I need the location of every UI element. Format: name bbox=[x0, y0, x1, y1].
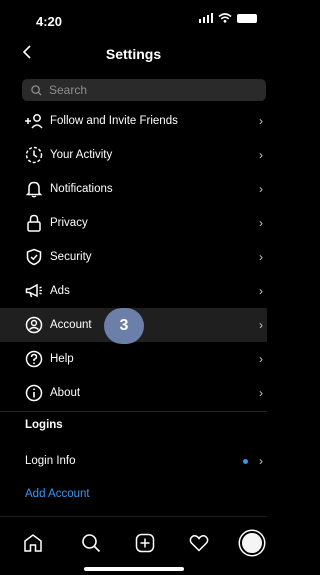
tab-profile[interactable] bbox=[236, 527, 267, 559]
tab-home[interactable] bbox=[17, 527, 49, 559]
menu-item-ads[interactable]: Ads › bbox=[0, 274, 267, 308]
search-input[interactable] bbox=[47, 82, 251, 98]
header: Settings bbox=[0, 36, 267, 72]
menu-item-your-activity[interactable]: Your Activity › bbox=[0, 138, 267, 172]
status-bar: 4:20 bbox=[0, 0, 267, 36]
settings-screen: 4:20 Settings Search Follow and Invite F… bbox=[0, 0, 267, 575]
help-icon bbox=[24, 349, 44, 369]
chevron-right-icon: › bbox=[259, 148, 263, 162]
status-indicators bbox=[198, 13, 257, 23]
menu-item-label: Your Activity bbox=[50, 149, 113, 161]
chevron-right-icon: › bbox=[259, 216, 263, 230]
activity-icon bbox=[24, 145, 44, 165]
home-indicator bbox=[84, 567, 184, 571]
search-icon bbox=[82, 534, 101, 553]
bell-icon bbox=[24, 179, 44, 199]
menu-item-about[interactable]: About › bbox=[0, 376, 267, 410]
add-account-link[interactable]: Add Account bbox=[0, 477, 267, 511]
logins-section-title: Logins bbox=[25, 419, 63, 431]
unread-dot bbox=[243, 458, 248, 464]
chevron-right-icon: › bbox=[259, 114, 263, 128]
menu-item-label: Login Info bbox=[25, 455, 76, 467]
menu-item-privacy[interactable]: Privacy › bbox=[0, 206, 267, 240]
menu-item-label: Notifications bbox=[50, 183, 113, 195]
status-time: 4:20 bbox=[36, 14, 63, 29]
menu-item-follow-invite[interactable]: Follow and Invite Friends › bbox=[0, 104, 267, 138]
heart-icon bbox=[189, 535, 209, 552]
menu-item-notifications[interactable]: Notifications › bbox=[0, 172, 267, 206]
signal-icon bbox=[198, 13, 213, 23]
tab-create[interactable] bbox=[129, 527, 161, 559]
shield-icon bbox=[24, 247, 44, 267]
menu-item-label: Help bbox=[50, 353, 74, 365]
tab-search[interactable] bbox=[75, 527, 107, 559]
battery-icon bbox=[237, 13, 257, 23]
menu-item-label: Account bbox=[50, 319, 92, 331]
menu-item-label: Privacy bbox=[50, 217, 88, 229]
profile-avatar bbox=[240, 531, 264, 555]
add-person-icon bbox=[24, 111, 44, 131]
search-bar[interactable] bbox=[22, 79, 266, 101]
lock-icon bbox=[24, 213, 44, 233]
chevron-right-icon: › bbox=[259, 250, 263, 264]
megaphone-icon bbox=[24, 281, 44, 301]
home-icon bbox=[24, 534, 42, 552]
chevron-right-icon: › bbox=[259, 182, 263, 196]
search-icon bbox=[31, 84, 42, 96]
menu-item-login-info[interactable]: Login Info › bbox=[0, 444, 267, 478]
create-icon bbox=[135, 533, 155, 553]
menu-item-label: Follow and Invite Friends bbox=[50, 115, 178, 127]
menu-item-security[interactable]: Security › bbox=[0, 240, 267, 274]
menu-item-label: Ads bbox=[50, 285, 70, 297]
menu-item-label: About bbox=[50, 387, 81, 399]
section-divider bbox=[0, 411, 267, 412]
chevron-right-icon: › bbox=[259, 386, 263, 400]
info-icon bbox=[24, 383, 44, 403]
wifi-icon bbox=[218, 13, 232, 23]
tab-activity[interactable] bbox=[183, 527, 215, 559]
chevron-right-icon: › bbox=[259, 318, 263, 332]
account-icon bbox=[24, 315, 44, 335]
page-title: Settings bbox=[105, 46, 162, 62]
menu-item-label: Security bbox=[50, 251, 92, 263]
add-account-label: Add Account bbox=[25, 488, 90, 500]
menu-item-help[interactable]: Help › bbox=[0, 342, 267, 376]
chevron-right-icon: › bbox=[259, 352, 263, 366]
step-badge: 3 bbox=[104, 308, 144, 344]
chevron-right-icon: › bbox=[259, 284, 263, 298]
chevron-right-icon: › bbox=[259, 454, 263, 468]
